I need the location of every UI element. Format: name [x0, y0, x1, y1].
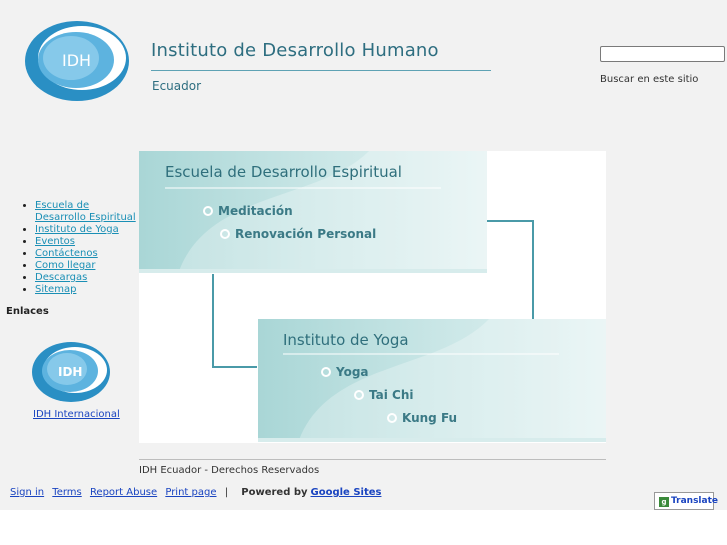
circle-bullet-icon: [220, 229, 230, 239]
panel1-item-renovacion-label: Renovación Personal: [235, 227, 377, 241]
search-input[interactable]: [600, 46, 725, 62]
google-sites-link[interactable]: Google Sites: [311, 487, 382, 498]
sidebar-item-eventos: Eventos: [35, 236, 138, 248]
circle-bullet-icon: [354, 390, 364, 400]
sidebar-link-descargas[interactable]: Descargas: [35, 272, 87, 283]
circle-bullet-icon: [321, 367, 331, 377]
site-subtitle: Ecuador: [152, 79, 202, 93]
terms-link[interactable]: Terms: [52, 487, 81, 498]
page-bottom-area: [0, 510, 727, 545]
sidebar-item-contactenos: Contáctenos: [35, 248, 138, 260]
site-title[interactable]: Instituto de Desarrollo Humano: [151, 40, 439, 61]
powered-by-label: Powered by: [241, 487, 308, 498]
sidebar-link-contactenos[interactable]: Contáctenos: [35, 248, 98, 259]
circle-bullet-icon: [387, 413, 397, 423]
panel2-item-yoga[interactable]: Yoga: [321, 365, 369, 379]
footer-links: Sign in Terms Report Abuse Print page | …: [10, 487, 386, 498]
sidebar-item-sitemap: Sitemap: [35, 284, 138, 296]
google-translate-icon: g: [659, 497, 669, 507]
sidebar-item-como-llegar: Como llegar: [35, 260, 138, 272]
links-heading: Enlaces: [6, 306, 49, 317]
panel2-item-taichi[interactable]: Tai Chi: [354, 388, 414, 402]
powered-by: Powered by Google Sites: [241, 487, 386, 498]
logo-text: IDH: [62, 51, 91, 70]
side-logo-text: IDH: [58, 365, 82, 379]
panel2-item-kungfu-label: Kung Fu: [402, 411, 458, 425]
report-abuse-link[interactable]: Report Abuse: [90, 487, 157, 498]
sidebar-link-sitemap[interactable]: Sitemap: [35, 284, 76, 295]
panel1-title[interactable]: Escuela de Desarrollo Espiritual: [165, 163, 402, 181]
title-divider: [151, 70, 491, 71]
sign-in-link[interactable]: Sign in: [10, 487, 44, 498]
idh-logo[interactable]: IDH: [24, 18, 130, 104]
sidebar-link-eventos[interactable]: Eventos: [35, 236, 75, 247]
sidebar-item-yoga: Instituto de Yoga: [35, 224, 138, 236]
panel1-item-meditacion[interactable]: Meditación: [203, 204, 293, 218]
footer-divider: [139, 459, 606, 460]
idh-internacional-link[interactable]: IDH Internacional: [33, 409, 120, 420]
translate-button[interactable]: g Translate: [654, 492, 718, 510]
idh-internacional-logo[interactable]: IDH: [31, 340, 111, 404]
copyright-text: IDH Ecuador - Derechos Reservados: [139, 465, 320, 476]
sidebar-link-yoga[interactable]: Instituto de Yoga: [35, 224, 119, 235]
translate-label: Translate: [671, 496, 718, 506]
panel1-item-meditacion-label: Meditación: [218, 204, 293, 218]
circle-bullet-icon: [203, 206, 213, 216]
sidebar-nav: Escuela de Desarrollo Espiritual Institu…: [20, 200, 138, 296]
sidebar-link-como-llegar[interactable]: Como llegar: [35, 260, 95, 271]
panel1-item-renovacion[interactable]: Renovación Personal: [220, 227, 376, 241]
panel2-title[interactable]: Instituto de Yoga: [283, 331, 409, 349]
sidebar-item-escuela: Escuela de Desarrollo Espiritual: [35, 200, 138, 224]
page: IDH Instituto de Desarrollo Humano Ecuad…: [0, 0, 727, 510]
print-page-link[interactable]: Print page: [165, 487, 216, 498]
search-button[interactable]: Buscar en este sitio: [600, 74, 698, 85]
main-graphic: Escuela de Desarrollo Espiritual Meditac…: [139, 151, 606, 443]
panel2-item-yoga-label: Yoga: [336, 365, 369, 379]
panel2-item-taichi-label: Tai Chi: [369, 388, 414, 402]
footer-separator: |: [224, 487, 229, 498]
sidebar-link-escuela[interactable]: Escuela de Desarrollo Espiritual: [35, 200, 136, 223]
sidebar-item-descargas: Descargas: [35, 272, 138, 284]
panel2-item-kungfu[interactable]: Kung Fu: [387, 411, 457, 425]
